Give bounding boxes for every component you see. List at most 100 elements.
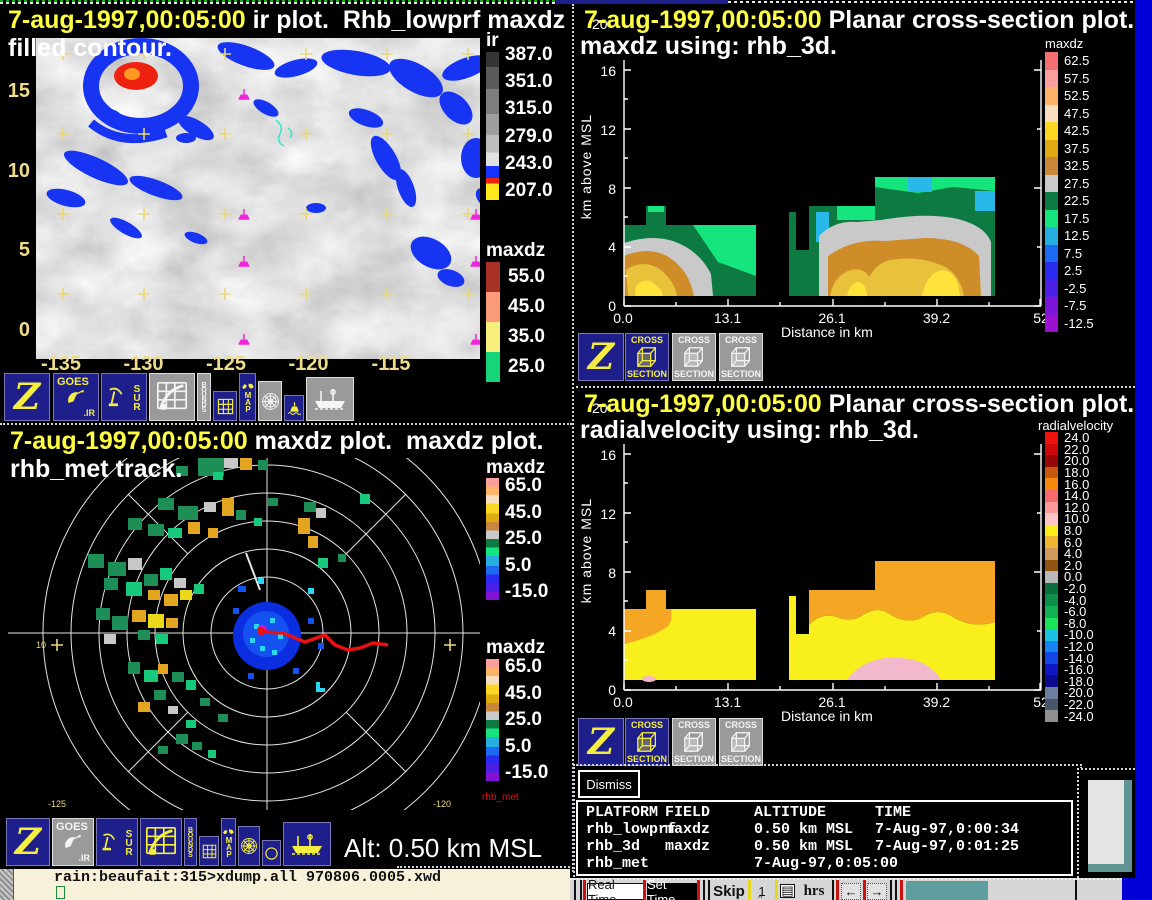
time-progress-area[interactable] [906, 881, 988, 900]
cross-section-button-3[interactable]: CROSSSECTION [719, 718, 763, 766]
alt-axis-label: km above MSL [578, 114, 594, 219]
maxdz-colorbar: 55.045.035.025.0 [486, 262, 545, 382]
divider [708, 880, 710, 900]
xsection-radialvelocity-plot [623, 444, 1043, 694]
colorbar-entry: 35.0 [486, 322, 545, 352]
zebra-button[interactable]: Z [578, 333, 624, 381]
title-text: Planar cross-section plot. Contour of [822, 390, 1135, 418]
real-time-button[interactable]: Real Time [587, 883, 644, 900]
surveillance-button[interactable]: SUR [101, 373, 147, 421]
cube-icon [682, 730, 706, 754]
colorbar-entry: -24.0 [1045, 710, 1094, 722]
goes-label: GOES [56, 821, 88, 833]
zebra-display-screen: { "titles": { "tl_time": "7-aug-1997,00:… [0, 0, 1152, 900]
grid-button[interactable] [213, 391, 237, 421]
goes-ir-button[interactable]: GOES .IR [53, 373, 99, 421]
lat-lon-grid [36, 38, 480, 359]
cross-label: CROSS [678, 720, 710, 730]
tick-label: 351.0 [505, 71, 553, 93]
goes-label: GOES [57, 376, 89, 388]
divider [832, 880, 834, 900]
cube-icon [729, 730, 753, 754]
cross-section-button-1-active[interactable]: CROSSSECTION [625, 718, 669, 766]
timestamp: 7-aug-1997,00:05:00 [8, 6, 246, 34]
tick-label: 5.0 [505, 555, 548, 577]
panel-title: 7-aug-1997,00:05:00 Planar cross-section… [584, 6, 1135, 35]
track-legend: rhb_met [482, 792, 519, 803]
colorbar-entry: 32.5 [1045, 157, 1094, 175]
tick-label: 12 [600, 122, 616, 138]
cube-icon [682, 345, 706, 369]
cross-section-button-1-active[interactable]: CROSSSECTION [625, 333, 669, 381]
units-menu-icon[interactable]: ▤ [780, 884, 795, 898]
ship-button[interactable] [283, 822, 331, 866]
radar-grid-button[interactable] [140, 818, 182, 866]
bounds-button[interactable]: BOUNDS [197, 373, 211, 421]
set-time-button[interactable]: Set Time [647, 883, 698, 900]
tick-label: 25.0 [505, 709, 548, 731]
desktop-right-strip [1135, 0, 1152, 900]
background-window-scrollbar[interactable] [1088, 780, 1132, 872]
radar-grid-button[interactable] [149, 373, 195, 421]
zebra-icon: Z [588, 724, 614, 760]
tick-label: 45.0 [505, 502, 548, 524]
satellite-dish-icon [65, 388, 87, 408]
terminal-cursor [56, 886, 65, 899]
cross-label: CROSS [725, 720, 757, 730]
cross-section-button-3[interactable]: CROSSSECTION [719, 333, 763, 381]
tick-label: 16 [600, 63, 616, 79]
stepper-up-icon[interactable]: ^ [758, 893, 762, 900]
colorbar-entry: 47.5 [1045, 105, 1094, 123]
colorbar-entry: 37.5 [1045, 140, 1094, 158]
zebra-button[interactable]: Z [4, 373, 50, 421]
surveillance-button[interactable]: SUR [96, 818, 138, 866]
web-button[interactable] [258, 381, 282, 421]
map-button[interactable]: MAP [221, 818, 236, 866]
divider [574, 880, 576, 900]
tick-label: 0 [19, 319, 30, 342]
circle-button[interactable] [262, 840, 281, 866]
tick-label: 13.1 [706, 694, 750, 710]
zebra-button[interactable]: Z [6, 818, 50, 866]
panel-title: 7-aug-1997,00:05:00 maxdz plot. maxdz pl… [10, 427, 544, 456]
step-forward-button[interactable]: → [867, 883, 887, 900]
table-cell [665, 855, 754, 872]
section-label: SECTION [627, 369, 667, 379]
map-button[interactable]: MAP [239, 373, 256, 421]
terminal-prompt-line: rain:beaufait:315>xdump.all 970806.0005.… [54, 869, 441, 886]
ship-button[interactable] [306, 377, 354, 421]
xterm-scrollbar[interactable] [0, 869, 14, 900]
cross-section-button-2[interactable]: CROSSSECTION [672, 718, 716, 766]
grid-button[interactable] [199, 836, 219, 866]
bounds-button[interactable]: BOUNDS [184, 818, 197, 866]
dismiss-button[interactable]: Dismiss [578, 770, 640, 798]
panel-title-line2: maxdz using: rhb_3d. [580, 32, 837, 61]
timestamp: 7-aug-1997,00:05:00 [584, 390, 822, 418]
cube-icon [635, 345, 659, 369]
panel-ir-satellite: 7-aug-1997,00:05:00 ir plot. Rhb_lowprf … [0, 4, 572, 423]
satellite-image [36, 38, 480, 359]
cross-section-button-2[interactable]: CROSSSECTION [672, 333, 716, 381]
radar-antenna-icon [107, 385, 129, 409]
colorbar-entry: 22.5 [1045, 192, 1094, 210]
tick-label: 12 [600, 506, 616, 522]
zebra-button[interactable]: Z [578, 718, 624, 766]
table-cell: 0.50 km MSL [754, 821, 875, 838]
panel-title-line2: radialvelocity using: rhb_3d. [580, 416, 919, 445]
xs-colorbar-title: maxdz [1045, 36, 1083, 51]
table-cell [875, 855, 1071, 872]
dist-axis-label: Distance in km [781, 708, 873, 724]
divider [895, 880, 897, 900]
map-label: MAP [244, 391, 252, 412]
buoy-button[interactable] [284, 395, 304, 421]
tick-label: 8 [608, 181, 616, 197]
divider-red [643, 880, 646, 900]
web-button[interactable] [238, 826, 260, 866]
step-back-button[interactable]: ← [841, 883, 861, 900]
tick-label: 243.0 [505, 153, 553, 175]
ir-label: .IR [78, 853, 90, 863]
xterm-window[interactable]: rain:beaufait:315>xdump.all 970806.0005.… [0, 869, 570, 900]
desktop-corner [1122, 878, 1136, 900]
divider-red [836, 880, 839, 900]
goes-ir-button[interactable]: GOES .IR [52, 818, 94, 866]
